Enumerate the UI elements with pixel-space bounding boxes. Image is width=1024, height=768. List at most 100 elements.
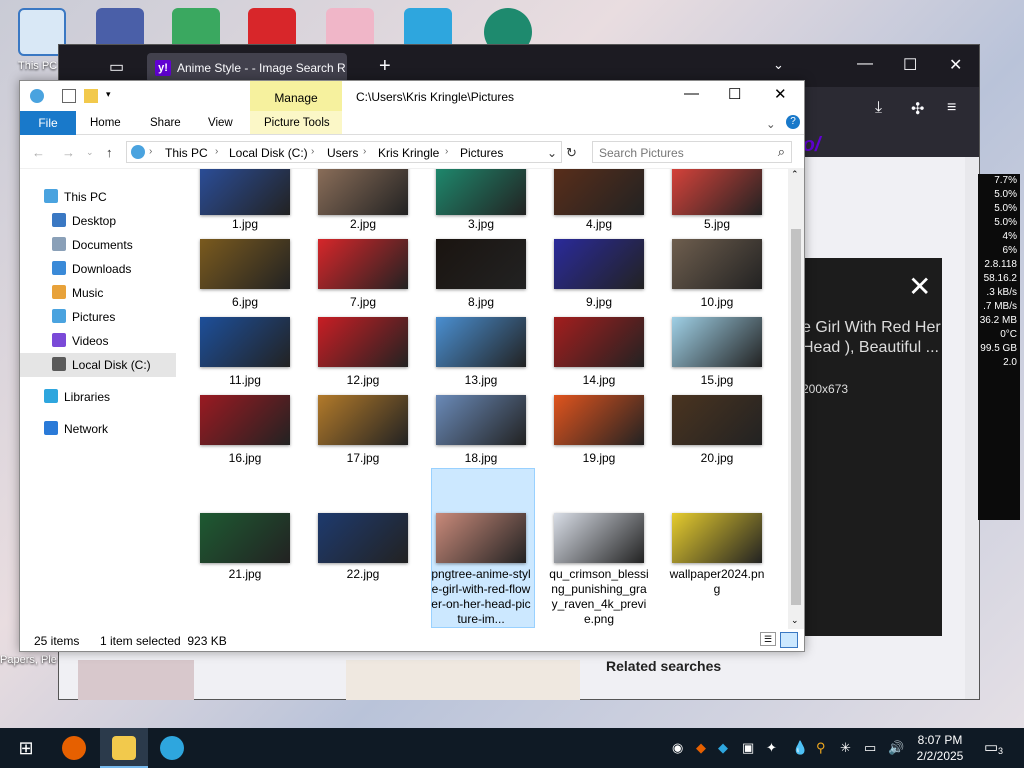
nav-item-network[interactable]: Network xyxy=(44,417,108,441)
nav-item-drive[interactable]: Local Disk (C:) xyxy=(20,353,176,377)
tray-app-icon[interactable]: ◆ xyxy=(718,740,728,756)
file-name-label[interactable]: 14.jpg xyxy=(541,373,657,388)
preview-title[interactable]: e Girl With Red Her Head ), Beautiful ..… xyxy=(802,318,942,358)
large-icons-view-icon[interactable] xyxy=(780,632,798,648)
breadcrumb-separator-icon[interactable]: › xyxy=(215,146,218,157)
forward-arrow-icon[interactable]: → xyxy=(62,145,75,160)
file-tab[interactable]: File xyxy=(20,111,76,135)
tray-app-icon[interactable]: ✦ xyxy=(766,740,777,756)
breadcrumb-separator-icon[interactable]: › xyxy=(311,146,314,157)
breadcrumb-kris-kringle[interactable]: Kris Kringle xyxy=(378,146,439,160)
file-thumbnail[interactable] xyxy=(318,169,408,215)
firefox-icon[interactable] xyxy=(62,736,86,760)
browser-tab-active[interactable]: y! Anime Style - - Image Search R xyxy=(147,53,347,83)
file-name-label[interactable]: wallpaper2024.png xyxy=(667,567,767,597)
tab-overview-icon[interactable]: ▭ xyxy=(109,57,124,77)
file-thumbnail[interactable] xyxy=(554,317,644,367)
file-name-label[interactable]: 17.jpg xyxy=(305,451,421,466)
file-name-label[interactable]: 4.jpg xyxy=(541,217,657,232)
manage-tab[interactable]: Manage xyxy=(250,81,342,111)
breadcrumb-users[interactable]: Users xyxy=(327,146,358,160)
search-input[interactable]: Search Pictures ⌕ xyxy=(592,141,792,163)
file-thumbnail[interactable] xyxy=(554,513,644,563)
minimize-button[interactable]: — xyxy=(684,85,699,102)
help-icon[interactable]: ? xyxy=(786,115,800,129)
tray-app-icon[interactable]: ◆ xyxy=(696,740,706,756)
breadcrumb-pictures[interactable]: Pictures xyxy=(460,146,503,160)
file-name-label[interactable]: 16.jpg xyxy=(188,451,303,466)
file-thumbnail[interactable] xyxy=(554,239,644,289)
breadcrumb-separator-icon[interactable]: › xyxy=(149,146,152,157)
breadcrumb-local-disk[interactable]: Local Disk (C:) xyxy=(229,146,308,160)
file-name-label[interactable]: qu_crimson_blessing_punishing_gray_raven… xyxy=(549,567,649,627)
picture-tools-tab[interactable]: Picture Tools xyxy=(264,117,330,129)
search-tray-icon[interactable]: ⚲ xyxy=(816,740,826,756)
file-name-label[interactable]: 10.jpg xyxy=(659,295,775,310)
file-thumbnail[interactable] xyxy=(200,395,290,445)
browser-close-button[interactable]: ✕ xyxy=(949,55,962,75)
file-name-label[interactable]: 21.jpg xyxy=(195,567,295,582)
volume-icon[interactable]: 🔊 xyxy=(888,740,904,756)
file-name-label[interactable]: 6.jpg xyxy=(188,295,303,310)
file-thumbnail[interactable] xyxy=(318,395,408,445)
close-button[interactable]: ✕ xyxy=(774,85,787,103)
details-view-icon[interactable]: ☰ xyxy=(760,632,776,646)
file-thumbnail[interactable] xyxy=(318,317,408,367)
breadcrumb-separator-icon[interactable]: › xyxy=(363,146,366,157)
home-tab[interactable]: Home xyxy=(90,117,121,129)
wifi-icon[interactable]: ▭ xyxy=(864,740,876,756)
file-thumbnail[interactable] xyxy=(436,513,526,563)
downloads-icon[interactable]: ⤓ xyxy=(875,99,882,117)
file-name-label[interactable]: 11.jpg xyxy=(188,373,303,388)
nav-item-downloads-folder[interactable]: Downloads xyxy=(52,257,131,281)
file-name-label[interactable]: 3.jpg xyxy=(423,217,539,232)
file-thumbnail[interactable] xyxy=(436,395,526,445)
new-tab-button[interactable]: + xyxy=(379,55,391,78)
browser-scrollbar[interactable] xyxy=(965,157,979,699)
file-name-label[interactable]: 7.jpg xyxy=(305,295,421,310)
nav-item-videos-folder[interactable]: Videos xyxy=(52,329,108,353)
file-thumbnail[interactable] xyxy=(672,395,762,445)
nav-item-pictures-folder[interactable]: Pictures xyxy=(52,305,115,329)
file-thumbnail[interactable] xyxy=(672,513,762,563)
network-status-icon[interactable]: ◉ xyxy=(672,740,683,756)
file-name-label[interactable]: 9.jpg xyxy=(541,295,657,310)
nav-item-music-folder[interactable]: Music xyxy=(52,281,103,305)
share-tab[interactable]: Share xyxy=(150,117,181,129)
tray-app-icon[interactable]: 💧 xyxy=(792,740,808,756)
address-dropdown-chevron-icon[interactable]: ⌄ xyxy=(547,146,557,160)
address-bar[interactable]: › This PC › Local Disk (C:) › Users › Kr… xyxy=(126,141,562,163)
properties-quick-icon[interactable] xyxy=(62,89,76,103)
clock[interactable]: 8:07 PM 2/2/2025 xyxy=(912,732,968,764)
tray-app-icon[interactable]: ✳ xyxy=(840,740,851,756)
nav-item-desktop-folder[interactable]: Desktop xyxy=(52,209,116,233)
file-name-label[interactable]: 12.jpg xyxy=(305,373,421,388)
file-thumbnail[interactable] xyxy=(200,317,290,367)
up-arrow-icon[interactable]: ↑ xyxy=(106,145,113,160)
file-thumbnail[interactable] xyxy=(200,239,290,289)
scroll-down-arrow-icon[interactable]: ⌄ xyxy=(791,615,799,626)
file-thumbnail[interactable] xyxy=(200,513,290,563)
back-arrow-icon[interactable]: ← xyxy=(32,145,45,160)
browser-minimize-button[interactable]: — xyxy=(857,55,873,73)
file-thumbnail[interactable] xyxy=(200,169,290,215)
file-thumbnail[interactable] xyxy=(672,317,762,367)
nav-item-documents-folder[interactable]: Documents xyxy=(52,233,133,257)
nav-item-computer[interactable]: This PC xyxy=(44,185,107,209)
file-name-label[interactable]: 22.jpg xyxy=(313,567,413,582)
scrollbar-thumb[interactable] xyxy=(791,229,801,605)
search-result-thumbnail[interactable] xyxy=(78,660,194,700)
file-name-label[interactable]: 1.jpg xyxy=(188,217,303,232)
view-tab[interactable]: View xyxy=(208,117,233,129)
preview-close-icon[interactable]: ✕ xyxy=(908,270,931,303)
notifications-icon[interactable]: ▭ xyxy=(984,738,998,756)
customize-quick-access-chevron-icon[interactable]: ▾ xyxy=(106,89,120,103)
new-folder-quick-icon[interactable] xyxy=(84,89,98,103)
refresh-icon[interactable]: ↻ xyxy=(566,145,577,161)
file-name-label[interactable]: 20.jpg xyxy=(659,451,775,466)
file-thumbnail[interactable] xyxy=(554,395,644,445)
breadcrumb-separator-icon[interactable]: › xyxy=(445,146,448,157)
nav-item-libraries[interactable]: Libraries xyxy=(44,385,110,409)
menu-hamburger-icon[interactable]: ≡ xyxy=(947,99,956,117)
file-thumbnail[interactable] xyxy=(318,513,408,563)
